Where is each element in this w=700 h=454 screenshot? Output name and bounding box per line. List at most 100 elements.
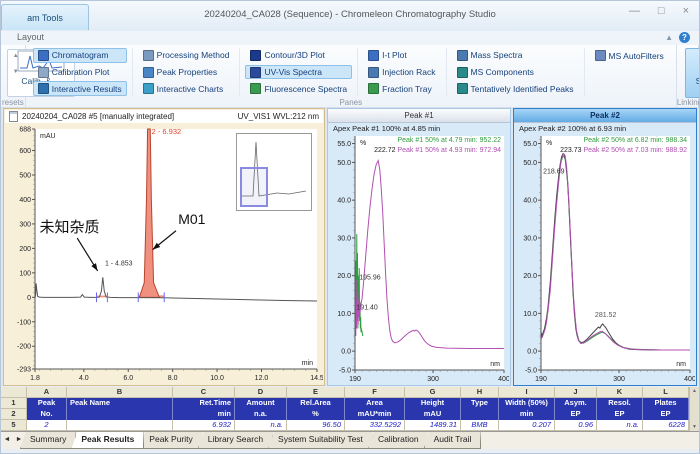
table-cell[interactable]: 0.207 <box>499 420 555 431</box>
table-cell[interactable]: K <box>597 387 643 398</box>
sheet-tab-library-search[interactable]: Library Search <box>198 432 273 449</box>
ribbon-button-chromatogram[interactable]: Chromatogram <box>33 48 127 63</box>
table-cell[interactable]: n.a. <box>597 420 643 431</box>
table-cell[interactable]: n.a. <box>235 409 287 420</box>
ribbon-button-injection-rack[interactable]: Injection Rack <box>363 65 440 80</box>
peak2-panel-title[interactable]: Peak #2 <box>514 109 696 123</box>
table-cell[interactable]: E <box>287 387 345 398</box>
svg-text:8.0: 8.0 <box>168 375 178 382</box>
table-cell[interactable]: 6228 <box>643 420 689 431</box>
table-cell[interactable]: B <box>67 387 173 398</box>
table-cell[interactable] <box>461 409 499 420</box>
table-cell[interactable]: No. <box>27 409 67 420</box>
table-cell[interactable]: n.a. <box>235 420 287 431</box>
ribbon-button-fluorescence-spectra[interactable]: Fluorescence Spectra <box>245 81 352 96</box>
table-cell[interactable]: Amount <box>235 398 287 409</box>
table-cell[interactable]: Height <box>405 398 461 409</box>
preset-scroll-arrows[interactable]: ▲▼ <box>13 53 19 75</box>
scroll-up-icon[interactable]: ▲ <box>692 388 697 394</box>
table-cell[interactable]: Peak Name <box>67 398 173 409</box>
table-cell[interactable]: Rel.Area <box>287 398 345 409</box>
table-cell[interactable]: J <box>555 387 597 398</box>
table-cell[interactable]: min <box>499 409 555 420</box>
close-button[interactable]: × <box>683 5 689 17</box>
table-cell[interactable] <box>67 409 173 420</box>
table-cell[interactable]: min <box>173 409 235 420</box>
sheet-tab-audit-trail[interactable]: Audit Trail <box>424 432 482 449</box>
row-header[interactable] <box>1 387 27 398</box>
table-cell[interactable]: D <box>235 387 287 398</box>
ribbon-button-label: Contour/3D Plot <box>264 50 324 60</box>
smartlink-button[interactable]: SmartLink <box>685 48 700 98</box>
restore-button[interactable]: □ <box>658 5 665 17</box>
sheet-tab-summary[interactable]: Summary <box>20 432 76 449</box>
table-cell[interactable]: Ret.Time <box>173 398 235 409</box>
context-tab-tools[interactable]: am Tools <box>1 4 89 30</box>
ribbon-button-mass-spectra[interactable]: Mass Spectra <box>452 48 579 63</box>
peak1-panel-title[interactable]: Peak #1 <box>328 109 510 123</box>
table-cell[interactable]: Peak <box>27 398 67 409</box>
ribbon-button-i-t-plot[interactable]: I-t Plot <box>363 48 440 63</box>
sheet-tab-calibration[interactable]: Calibration <box>368 432 429 449</box>
ribbon-button-uv-vis-spectra[interactable]: UV-Vis Spectra <box>245 65 352 80</box>
peak1-spectrum-panel[interactable]: Peak #1 Apex Peak #1 100% at 4.85 min Pe… <box>327 108 511 386</box>
table-cell[interactable]: BMB <box>461 420 499 431</box>
ribbon-button-interactive-charts[interactable]: Interactive Charts <box>138 81 235 96</box>
svg-text:0.0: 0.0 <box>527 349 537 356</box>
ribbon-button-contour-3d-plot[interactable]: Contour/3D Plot <box>245 48 352 63</box>
table-cell[interactable]: A <box>27 387 67 398</box>
peak1-spectrum-plot[interactable]: Peak #1 50% at 4.79 min: 952.22222.72 Pe… <box>329 133 509 384</box>
ribbon-button-ms-autofilters[interactable]: MS AutoFilters <box>590 48 669 63</box>
sheet-tab-system-suitability-test[interactable]: System Suitability Test <box>268 432 373 449</box>
table-scrollbar[interactable]: ▲ ▼ <box>689 387 699 431</box>
table-cell[interactable]: mAU*min <box>345 409 405 420</box>
table-cell[interactable]: Area <box>345 398 405 409</box>
table-cell[interactable]: Resol. <box>597 398 643 409</box>
overview-inset[interactable] <box>236 133 312 211</box>
sheet-tab-peak-results[interactable]: Peak Results <box>71 432 144 449</box>
table-cell[interactable]: EP <box>597 409 643 420</box>
collapse-ribbon-icon[interactable]: ▲ <box>665 33 673 42</box>
table-cell[interactable]: EP <box>643 409 689 420</box>
table-cell[interactable]: Type <box>461 398 499 409</box>
table-cell[interactable]: L <box>643 387 689 398</box>
table-cell[interactable]: H <box>461 387 499 398</box>
table-cell[interactable]: 332.5292 <box>345 420 405 431</box>
table-cell[interactable]: F <box>345 387 405 398</box>
table-cell[interactable]: G <box>405 387 461 398</box>
table-cell[interactable] <box>67 420 173 431</box>
ribbon-button-peak-properties[interactable]: Peak Properties <box>138 65 235 80</box>
scroll-down-icon[interactable]: ▼ <box>692 424 697 430</box>
table-cell[interactable]: 2 <box>27 420 67 431</box>
table-cell[interactable]: % <box>287 409 345 420</box>
minimize-button[interactable]: — <box>629 5 640 17</box>
table-cell[interactable]: EP <box>555 409 597 420</box>
table-cell[interactable]: 0.96 <box>555 420 597 431</box>
table-cell[interactable]: C <box>173 387 235 398</box>
ribbon-button-interactive-results[interactable]: Interactive Results <box>33 81 127 96</box>
table-cell[interactable]: 6.932 <box>173 420 235 431</box>
table-cell[interactable]: mAU <box>405 409 461 420</box>
peak2-spectrum-plot[interactable]: Peak #2 50% at 6.82 min: 988.34223.73 Pe… <box>515 133 695 384</box>
ribbon-button-processing-method[interactable]: Processing Method <box>138 48 235 63</box>
tab-layout[interactable]: Layout <box>17 32 44 42</box>
ribbon-button-calibration-plot[interactable]: Calibration Plot <box>33 65 127 80</box>
table-cell[interactable]: Plates <box>643 398 689 409</box>
help-icon[interactable]: ? <box>679 32 690 43</box>
table-cell[interactable]: Asym. <box>555 398 597 409</box>
table-cell[interactable]: Width (50%) <box>499 398 555 409</box>
row-header[interactable]: 2 <box>1 409 27 420</box>
sheet-tab-peak-purity[interactable]: Peak Purity <box>139 432 202 449</box>
peak2-spectrum-panel[interactable]: Peak #2 Apex Peak #2 100% at 6.93 min Pe… <box>513 108 697 386</box>
svg-text:195.96: 195.96 <box>359 274 381 281</box>
table-cell[interactable]: 96.50 <box>287 420 345 431</box>
ribbon-button-tentatively-identified-peaks[interactable]: Tentatively Identified Peaks <box>452 81 579 96</box>
table-cell[interactable]: 1489.31 <box>405 420 461 431</box>
chromatogram-panel[interactable]: 20240204_CA028 #5 [manually integrated] … <box>3 108 325 386</box>
ribbon-button-ms-components[interactable]: MS Components <box>452 65 579 80</box>
ribbon-button-fraction-tray[interactable]: Fraction Tray <box>363 81 440 96</box>
tab-scroll-left[interactable]: ◄ <box>1 432 13 449</box>
row-header[interactable]: 5 <box>1 420 27 431</box>
row-header[interactable]: 1 <box>1 398 27 409</box>
table-cell[interactable]: I <box>499 387 555 398</box>
